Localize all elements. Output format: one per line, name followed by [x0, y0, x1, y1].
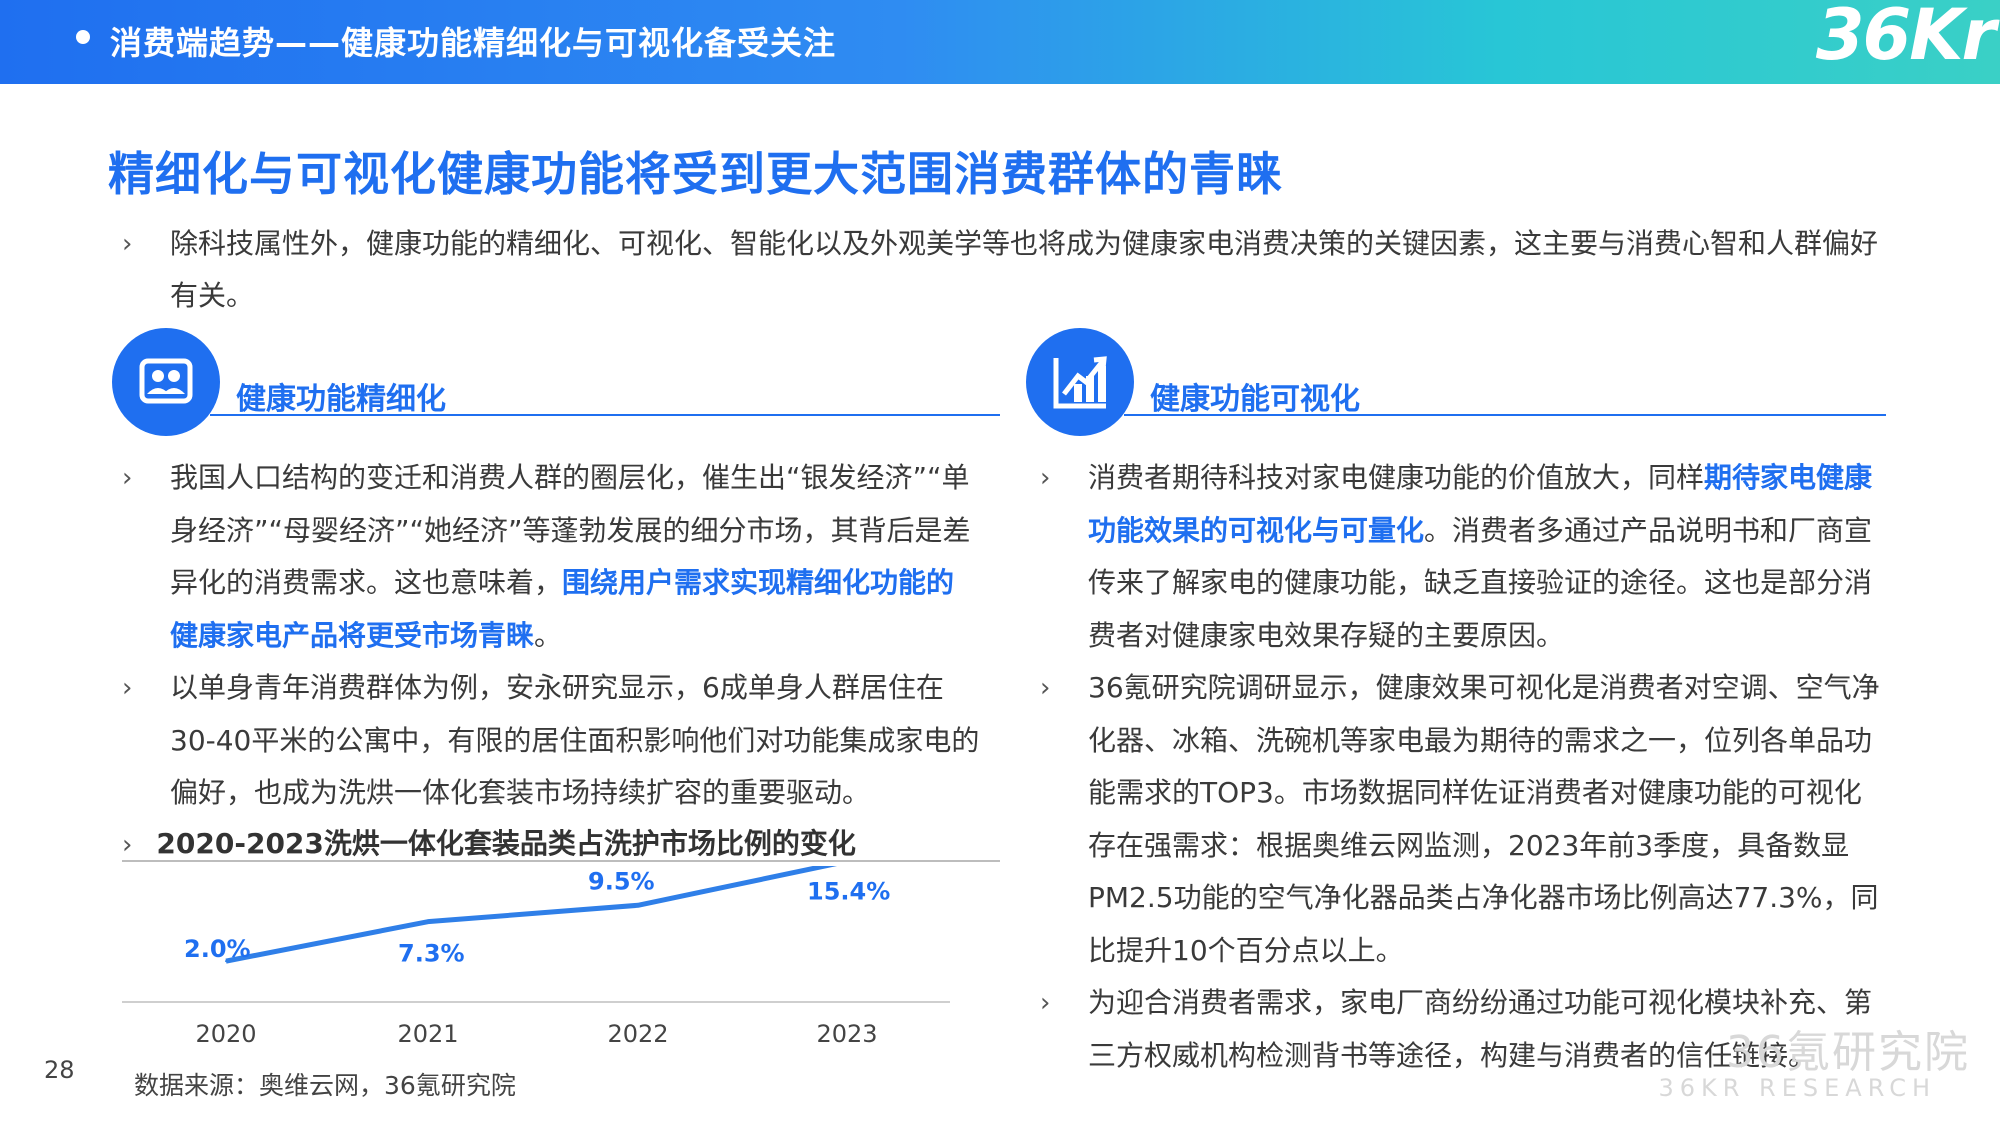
header-title: 消费端趋势——健康功能精细化与可视化备受关注 — [110, 24, 837, 62]
watermark-cn: 36氪研究院 — [1726, 1027, 1970, 1078]
data-point — [427, 920, 429, 923]
x-tick-label: 2021 — [397, 1020, 458, 1048]
list-item: › 36氪研究院调研显示，健康效果可视化是消费者对空调、空气净化器、冰箱、洗碗机… — [1040, 662, 1880, 977]
list-item: › 消费者期待科技对家电健康功能的价值放大，同样期待家电健康功能效果的可视化与可… — [1040, 452, 1880, 662]
chart-top-rule — [122, 860, 1000, 862]
list-item: › 我国人口结构的变迁和消费人群的圈层化，催生出“银发经济”“单身经济”“母婴经… — [122, 452, 982, 662]
right-paragraphs: › 消费者期待科技对家电健康功能的价值放大，同样期待家电健康功能效果的可视化与可… — [1040, 452, 1880, 1082]
list-item: › 以单身青年消费群体为例，安永研究显示，6成单身人群居住在30-40平米的公寓… — [122, 662, 982, 820]
left-paragraphs: › 我国人口结构的变迁和消费人群的圈层化，催生出“银发经济”“单身经济”“母婴经… — [122, 452, 982, 820]
left-p2-text: 以单身青年消费群体为例，安永研究显示，6成单身人群居住在30-40平米的公寓中，… — [170, 671, 980, 809]
data-label: 9.5% — [588, 867, 655, 895]
section-title-left: 健康功能精细化 — [236, 382, 446, 417]
right-p2-text: 36氪研究院调研显示，健康效果可视化是消费者对空调、空气净化器、冰箱、洗碗机等家… — [1088, 671, 1880, 967]
data-label: 2.0% — [184, 935, 251, 963]
intro-text: 除科技属性外，健康功能的精细化、可视化、智能化以及外观美学等也将成为健康家电消费… — [170, 227, 1879, 312]
data-source: 数据来源：奥维云网，36氪研究院 — [134, 1071, 516, 1100]
page-number: 28 — [44, 1056, 75, 1084]
left-p1-end: 。 — [534, 618, 563, 652]
page-headline: 精细化与可视化健康功能将受到更大范围消费群体的青睐 — [108, 147, 1283, 201]
right-p1-text: 消费者期待科技对家电健康功能的价值放大，同样 — [1088, 461, 1705, 494]
chevron-right-icon: › — [1040, 988, 1051, 1018]
x-tick-label: 2023 — [816, 1020, 877, 1048]
chart-title: › 2020-2023洗烘一体化套装品类占洗护市场比例的变化 — [122, 822, 856, 862]
chevron-right-icon: › — [122, 673, 133, 703]
data-label: 15.4% — [807, 877, 890, 905]
series-line — [225, 866, 838, 964]
line-chart: 2.0% 2020 7.3% 2021 9.5% 2022 15.4% 2023 — [122, 866, 950, 1048]
x-tick-label: 2022 — [607, 1020, 668, 1048]
chevron-right-icon: › — [122, 463, 133, 493]
brand-logo: 36Kr — [1815, 0, 1996, 76]
chevron-right-icon: › — [122, 830, 133, 860]
chevron-right-icon: › — [1040, 673, 1051, 703]
watermark-en: 36KR RESEARCH — [1658, 1074, 1936, 1102]
bullet-dot-icon — [76, 30, 90, 44]
section-title-right: 健康功能可视化 — [1150, 382, 1360, 417]
data-label: 7.3% — [398, 940, 465, 968]
header-bar: 消费端趋势——健康功能精细化与可视化备受关注 36Kr — [0, 0, 2000, 84]
people-card-icon — [112, 328, 220, 436]
growth-chart-icon — [1026, 328, 1134, 436]
x-tick-label: 2020 — [195, 1020, 256, 1048]
chart-title-text: 2020-2023洗烘一体化套装品类占洗护市场比例的变化 — [156, 827, 856, 860]
chevron-right-icon: › — [1040, 463, 1051, 493]
chevron-right-icon: › — [122, 229, 133, 259]
data-point — [637, 904, 639, 907]
intro-paragraph: › 除科技属性外，健康功能的精细化、可视化、智能化以及外观美学等也将成为健康家电… — [122, 218, 1882, 322]
